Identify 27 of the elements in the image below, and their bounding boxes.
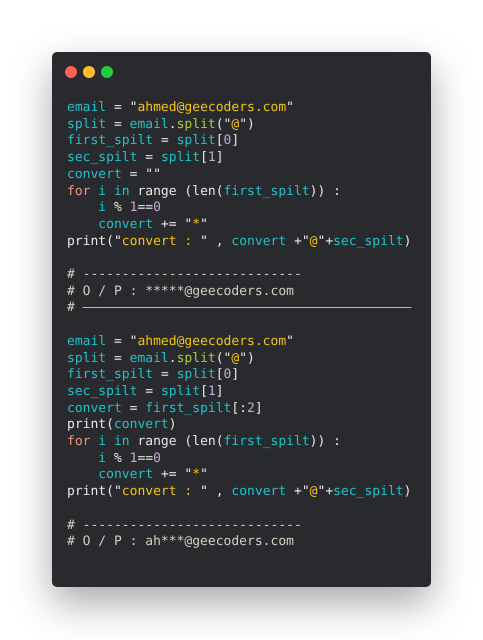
- code-comment: # O / P : *****@geecoders.com: [67, 284, 294, 300]
- code-line: convert += "*": [97, 216, 208, 234]
- code-comment: # O / P : ah***@geecoders.com: [67, 534, 294, 551]
- code-line: sec_spilt = split[1]: [67, 384, 224, 401]
- code-line: sec_spilt = split[1]: [67, 150, 224, 167]
- code-line: i % 1==0: [97, 200, 161, 217]
- code-line: split = email.split("@"): [67, 116, 255, 134]
- code-comment: # ——————————————————————————————————————————: [67, 300, 412, 318]
- code-line: email = "ahmed@geecoders.com": [67, 334, 294, 351]
- code-line: first_spilt = split[0]: [67, 133, 240, 150]
- code-line: for i in range (len(first_spilt)) :: [67, 434, 341, 451]
- code-line: print("convert : " , convert +"@"+sec_spilt): [67, 234, 412, 250]
- code-line: email = "ahmed@geecoders.com": [67, 100, 294, 117]
- code-line: first_spilt = split[0]: [67, 367, 240, 384]
- code-comment: # ----------------------------: [67, 518, 302, 534]
- code-line: i % 1==0: [97, 450, 161, 468]
- code-line: convert = "": [67, 166, 161, 184]
- window-control-button[interactable]: [65, 66, 77, 78]
- window-control-button[interactable]: [101, 66, 113, 78]
- window-control-button[interactable]: [83, 66, 95, 78]
- code-line: convert = first_spilt[:2]: [67, 400, 263, 418]
- code-line: convert += "*": [97, 467, 208, 484]
- code-line: for i in range (len(first_spilt)) :: [67, 184, 341, 200]
- code-line: split = email.split("@"): [67, 350, 255, 368]
- code-comment: # ----------------------------: [67, 267, 302, 284]
- code-line: print("convert : " , convert +"@"+sec_spilt): [67, 484, 412, 501]
- code-line: print(convert): [67, 417, 177, 434]
